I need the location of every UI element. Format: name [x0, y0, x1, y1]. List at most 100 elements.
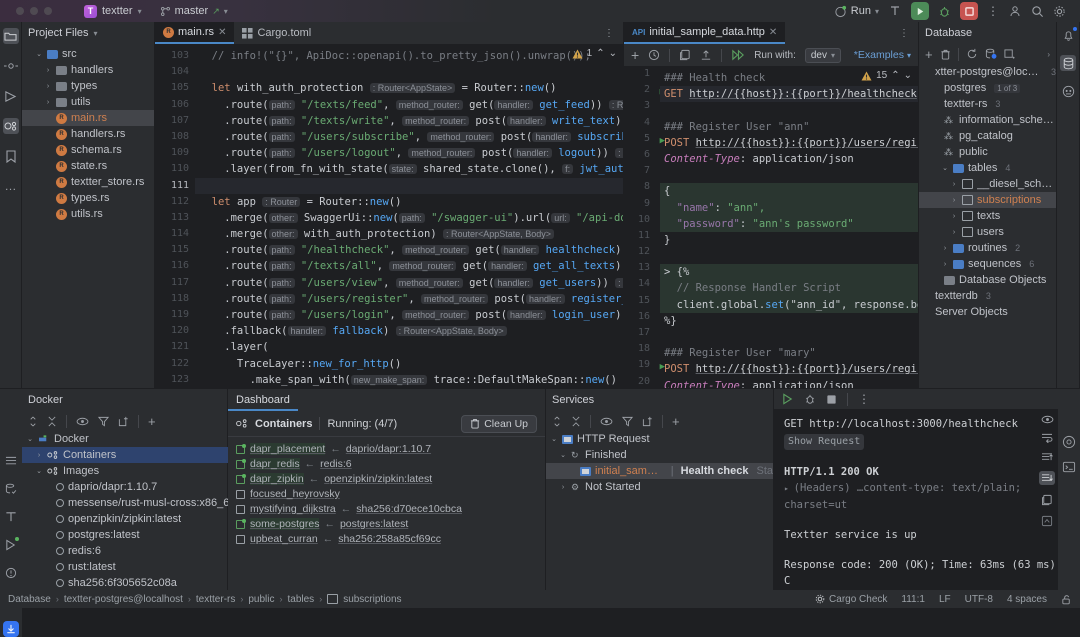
bookmarks-tool-icon[interactable] [3, 148, 19, 164]
expand-collapse-icon[interactable] [28, 416, 38, 427]
refresh-icon[interactable] [966, 48, 978, 60]
container-name[interactable]: some-postgres [250, 518, 319, 530]
tree-row[interactable]: ›types [22, 78, 154, 94]
container-name[interactable]: mystifying_dijkstra [250, 503, 336, 515]
code-line[interactable]: .route(path: "/texts/all", method_router… [195, 258, 623, 274]
prev-problem-icon[interactable]: ⌃ [596, 48, 604, 59]
run-button[interactable] [911, 2, 929, 20]
maximize-window-button[interactable] [44, 7, 52, 15]
stop-button[interactable] [960, 2, 978, 20]
tree-row[interactable]: openzipkin/zipkin:latest [22, 511, 229, 527]
expand-arrow-icon[interactable]: › [44, 83, 52, 90]
stop-icon[interactable] [826, 394, 837, 405]
file-encoding[interactable]: UTF-8 [965, 594, 993, 605]
rust-rail-icon[interactable] [1060, 83, 1076, 99]
container-name[interactable]: focused_heyrovsky [250, 488, 340, 500]
container-image[interactable]: daprio/dapr:1.10.7 [346, 443, 431, 455]
tree-row[interactable]: redis:6 [22, 543, 229, 559]
tree-row[interactable]: initial_sample_data|Health checkSta [546, 463, 773, 479]
tree-row[interactable]: ›handlers [22, 62, 154, 78]
collapse-all-icon[interactable] [571, 416, 581, 427]
code-line[interactable]: POST http://{{host}}:{{port}}/users/regi… [660, 361, 918, 377]
tree-row[interactable]: Rstate.rs [22, 158, 154, 174]
container-row[interactable]: dapr_redis←redis:6 [236, 458, 537, 470]
run-configuration-selector[interactable]: Run ▾ [834, 5, 879, 18]
http-toolbar[interactable]: + Run with: dev ▾ *Examples ▾ [624, 44, 918, 66]
response-toolbar[interactable]: ⋮ [774, 389, 1080, 409]
container-row[interactable]: dapr_zipkin←openzipkin/zipkin:latest [236, 473, 537, 485]
project-selector[interactable]: T textter ▾ [84, 5, 142, 18]
code-line[interactable]: GET http://{{host}}:{{port}}/healthcheck [660, 86, 918, 102]
http-inspection-widget[interactable]: 15 ⌃ ⌄ [861, 70, 912, 81]
code-line[interactable]: .layer( [195, 339, 623, 355]
more-options-icon[interactable]: ⋮ [858, 395, 870, 403]
clean-up-button[interactable]: Clean Up [461, 415, 537, 433]
code-line[interactable]: let with_auth_protection : Router<AppSta… [195, 80, 623, 96]
container-row[interactable]: dapr_placement←daprio/dapr:1.10.7 [236, 443, 537, 455]
expand-arrow-icon[interactable]: ⌄ [550, 435, 558, 443]
code-line[interactable] [660, 248, 918, 264]
editor-inspection-widget[interactable]: 1 ⌃ ⌄ [572, 48, 617, 59]
container-name[interactable]: dapr_placement [250, 443, 325, 455]
copy-icon[interactable] [1041, 494, 1053, 506]
run-tool-icon[interactable] [3, 88, 19, 104]
next-problem-icon[interactable]: ⌄ [609, 48, 617, 59]
container-image[interactable]: sha256:258a85cf69cc [338, 533, 441, 545]
lock-open-icon[interactable] [1061, 594, 1072, 605]
docker-tool-icon[interactable] [3, 621, 19, 637]
expand-arrow-icon[interactable]: › [941, 245, 949, 252]
add-icon[interactable]: + [925, 50, 933, 59]
code-line[interactable]: POST http://{{host}}:{{port}}/users/regi… [660, 135, 918, 151]
tree-row[interactable]: Database Objects [919, 272, 1056, 288]
filter-icon[interactable] [98, 416, 109, 427]
code-line[interactable]: // Response Handler Script [660, 280, 918, 296]
services-toolbar[interactable]: + [546, 411, 773, 431]
container-row[interactable]: some-postgres←postgres:latest [236, 518, 537, 530]
code-line[interactable]: %} [660, 313, 918, 329]
settings-gear-icon[interactable] [1053, 5, 1066, 18]
tree-row[interactable]: Rmain.rs [22, 110, 154, 126]
expand-arrow-icon[interactable]: › [44, 67, 52, 74]
expand-collapse-icon[interactable] [552, 416, 562, 427]
debug-icon[interactable] [804, 393, 816, 405]
response-far-rail[interactable] [1058, 409, 1080, 591]
account-icon[interactable] [1008, 4, 1022, 18]
expand-arrow-icon[interactable]: › [44, 99, 52, 106]
code-line[interactable]: > {% [660, 264, 918, 280]
tree-row[interactable]: ›users [919, 224, 1056, 240]
http-tab-bar[interactable]: API initial_sample_data.http ✕ ⋮ [624, 22, 918, 44]
tree-row[interactable]: ›subscriptions [919, 192, 1056, 208]
tree-row[interactable]: ⌄Docker [22, 431, 229, 447]
tab-main-rs[interactable]: R main.rs ✕ [155, 22, 234, 44]
add-request-icon[interactable]: + [631, 50, 639, 60]
expand-arrow-icon[interactable]: › [559, 484, 567, 491]
tree-row[interactable]: Rtextter_store.rs [22, 174, 154, 190]
expand-arrow-icon[interactable]: › [941, 261, 949, 268]
tree-row[interactable]: messense/rust-musl-cross:x86_6 [22, 495, 229, 511]
editor-tab-options-icon[interactable]: ⋮ [604, 28, 623, 39]
project-file-tree[interactable]: ⌄src›handlers›types›utilsRmain.rsRhandle… [22, 44, 154, 425]
expand-arrow-icon[interactable]: › [950, 197, 958, 204]
delete-icon[interactable] [940, 49, 951, 60]
container-image[interactable]: postgres:latest [340, 518, 408, 530]
expand-arrow-icon[interactable]: › [35, 452, 43, 459]
expand-arrow-icon[interactable]: ⌄ [941, 164, 949, 172]
code-line[interactable]: .route(path: "/texts/write", method_rout… [195, 113, 623, 129]
project-tool-icon[interactable] [3, 28, 19, 44]
notifications-bell-icon[interactable] [1060, 27, 1076, 43]
tree-row[interactable]: ›texts [919, 208, 1056, 224]
add-icon[interactable]: + [148, 417, 156, 426]
project-panel-header[interactable]: Project Files ▾ [22, 22, 154, 44]
code-line[interactable]: .route(path: "/users/subscribe", method_… [195, 129, 623, 145]
add-icon[interactable]: + [672, 417, 680, 426]
tree-row[interactable]: ⌄↻Finished [546, 447, 773, 463]
response-body[interactable]: GET http://localhost:3000/healthcheck Sh… [774, 409, 1080, 590]
code-line[interactable]: .route(path: "/users/register", method_r… [195, 291, 623, 307]
close-icon[interactable]: ✕ [769, 27, 777, 38]
tree-row[interactable]: ›__diesel_schema_mig [919, 176, 1056, 192]
eye-icon[interactable] [76, 417, 89, 426]
breadcrumb-item[interactable]: subscriptions [343, 594, 401, 605]
tree-row[interactable]: ›utils [22, 94, 154, 110]
more-tools-icon[interactable]: … [3, 178, 19, 194]
expand-arrow-icon[interactable]: › [950, 213, 958, 220]
